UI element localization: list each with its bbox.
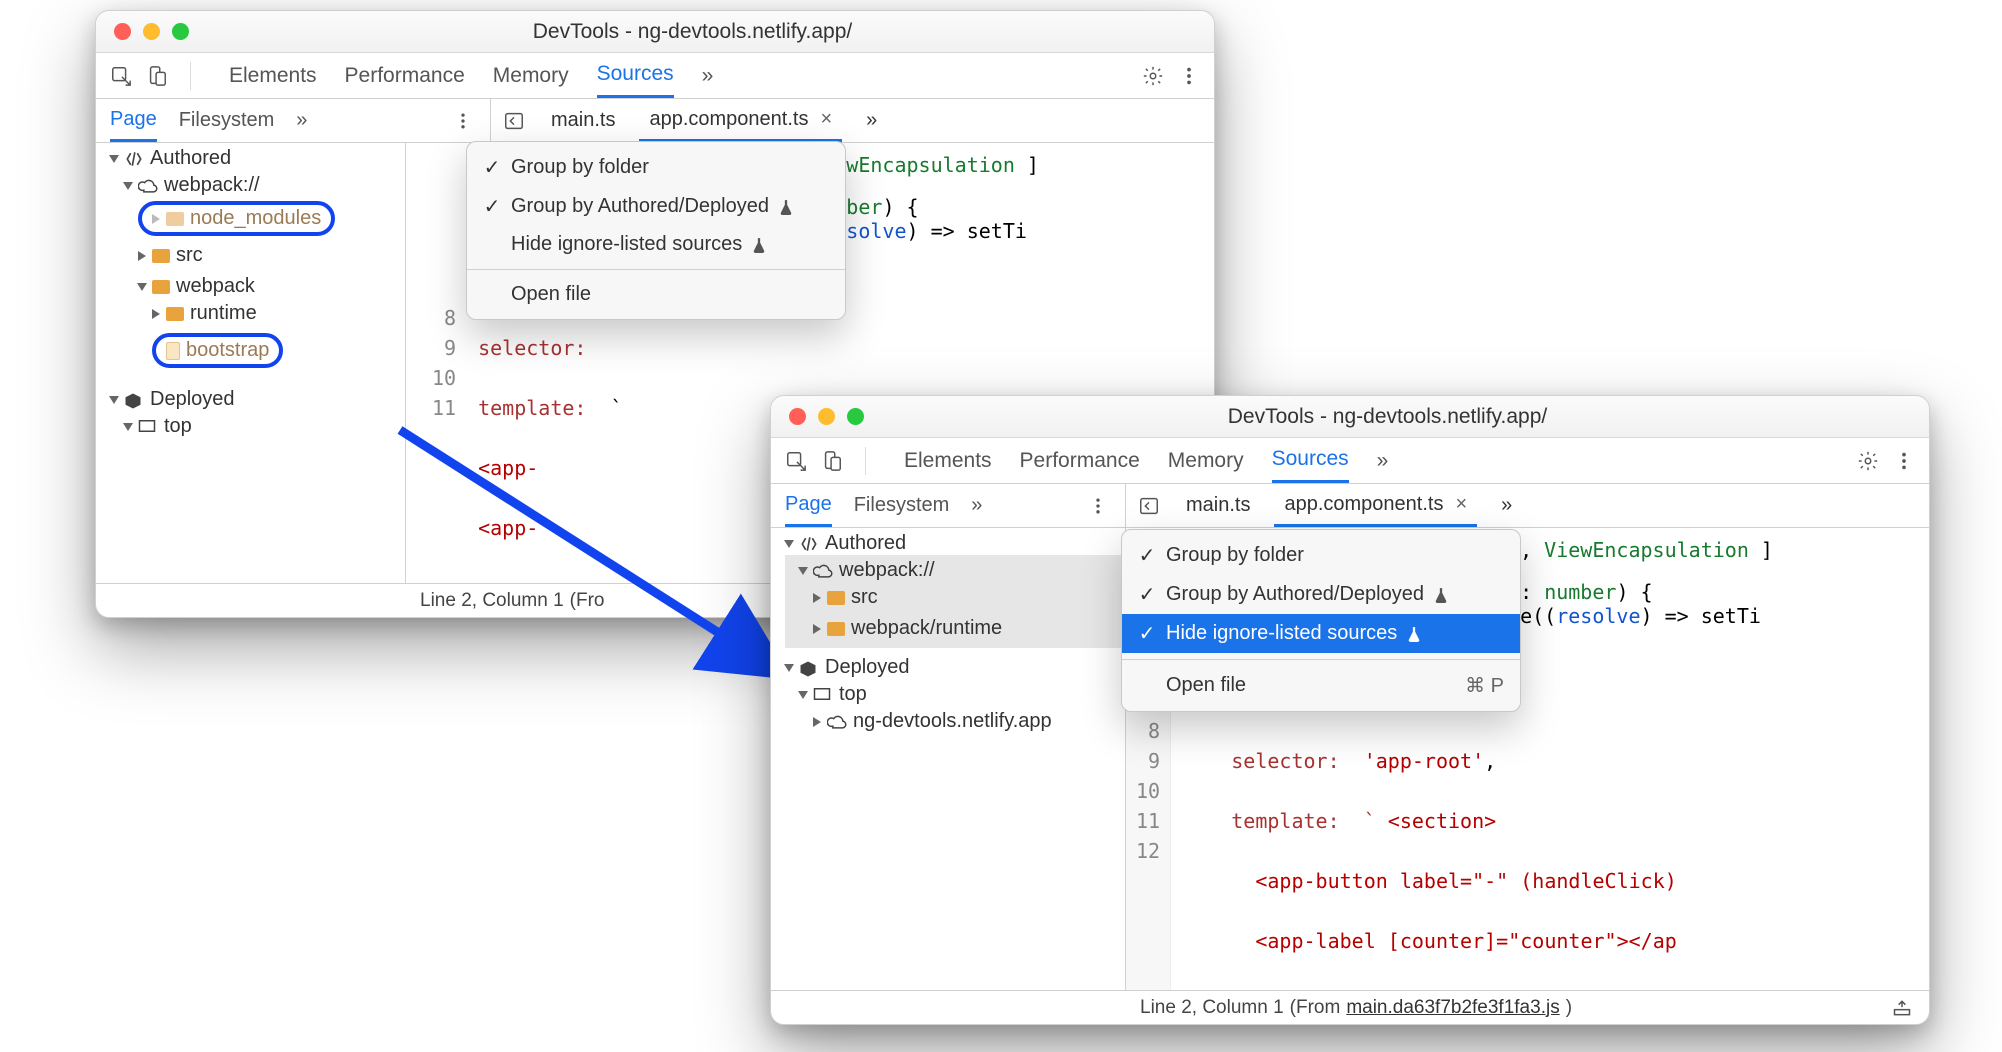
tab-elements[interactable]: Elements	[904, 438, 992, 483]
tab-more[interactable]: »	[702, 53, 714, 98]
ctx-group-folder[interactable]: ✓Group by folder	[467, 148, 845, 187]
tree-top[interactable]: top	[124, 415, 405, 438]
tab-memory[interactable]: Memory	[493, 53, 569, 98]
tree-domain[interactable]: ng-devtools.netlify.app	[813, 710, 1125, 733]
navigator-kebab-icon[interactable]	[450, 108, 476, 134]
close-icon[interactable]	[114, 23, 131, 40]
tab-performance[interactable]: Performance	[1020, 438, 1140, 483]
tree-webpack[interactable]: webpack://	[799, 559, 1125, 582]
device-toggle-icon[interactable]	[144, 63, 170, 89]
flask-icon	[1407, 625, 1423, 643]
tree-bootstrap[interactable]: bootstrap	[152, 333, 405, 368]
file-tree[interactable]: Authored webpack:// src webpack/runtime …	[771, 528, 1126, 990]
file-tree[interactable]: Authored webpack:// node_modules src web…	[96, 143, 406, 583]
kebab-icon[interactable]	[1891, 448, 1917, 474]
ctx-group-authored[interactable]: ✓Group by Authored/Deployed	[1122, 575, 1520, 614]
subtab-filesystem[interactable]: Filesystem	[854, 484, 950, 527]
tree-webpack-folder[interactable]: webpack	[138, 275, 405, 298]
traffic-lights	[114, 23, 189, 40]
inspect-icon[interactable]	[108, 63, 134, 89]
separator	[190, 62, 191, 90]
tab-sources[interactable]: Sources	[1272, 438, 1349, 483]
tree-top[interactable]: top	[799, 683, 1125, 706]
tab-more[interactable]: »	[1377, 438, 1389, 483]
tab-sources[interactable]: Sources	[597, 53, 674, 98]
status-bar: Line 2, Column 1 (From main.da63f7b2fe3f…	[771, 990, 1929, 1024]
titlebar: DevTools - ng-devtools.netlify.app/	[96, 11, 1214, 53]
minimize-icon[interactable]	[143, 23, 160, 40]
ctx-hide-ignore[interactable]: Hide ignore-listed sources	[467, 226, 845, 263]
tree-deployed[interactable]: Deployed	[785, 656, 1125, 679]
nav-back-icon[interactable]	[1136, 493, 1162, 519]
show-drawer-icon[interactable]	[1889, 995, 1915, 1021]
tab-performance[interactable]: Performance	[345, 53, 465, 98]
devtools-window-after[interactable]: DevTools - ng-devtools.netlify.app/ Elem…	[770, 395, 1930, 1025]
context-menu[interactable]: ✓Group by folder ✓Group by Authored/Depl…	[1121, 529, 1521, 712]
tree-src[interactable]: src	[813, 586, 1125, 609]
minimize-icon[interactable]	[818, 408, 835, 425]
flask-icon	[752, 236, 768, 254]
tab-memory[interactable]: Memory	[1168, 438, 1244, 483]
toolbar: Elements Performance Memory Sources »	[96, 53, 1214, 99]
inspect-icon[interactable]	[783, 448, 809, 474]
shortcut-label: ⌘ P	[1465, 673, 1504, 698]
file-tab-app-component[interactable]: app.component.ts×	[639, 99, 842, 142]
tree-node-modules[interactable]: node_modules	[138, 201, 405, 236]
close-icon[interactable]	[789, 408, 806, 425]
tab-elements[interactable]: Elements	[229, 53, 317, 98]
subtab-page[interactable]: Page	[110, 99, 157, 142]
nav-back-icon[interactable]	[501, 108, 527, 134]
window-title: DevTools - ng-devtools.netlify.app/	[189, 20, 1196, 44]
ctx-hide-ignore[interactable]: ✓Hide ignore-listed sources	[1122, 614, 1520, 653]
subtab-filesystem[interactable]: Filesystem	[179, 99, 275, 142]
file-tab-main[interactable]: main.ts	[541, 99, 625, 142]
file-tab-app-component[interactable]: app.component.ts×	[1274, 484, 1477, 527]
tree-authored[interactable]: Authored	[785, 532, 1125, 555]
file-tab-main[interactable]: main.ts	[1176, 484, 1260, 527]
tree-deployed[interactable]: Deployed	[110, 388, 405, 411]
titlebar: DevTools - ng-devtools.netlify.app/	[771, 396, 1929, 438]
ctx-group-folder[interactable]: ✓Group by folder	[1122, 536, 1520, 575]
tree-runtime[interactable]: runtime	[152, 302, 405, 325]
navigator-kebab-icon[interactable]	[1085, 493, 1111, 519]
sources-subbar: Page Filesystem » main.ts app.component.…	[96, 99, 1214, 143]
toolbar: Elements Performance Memory Sources »	[771, 438, 1929, 484]
close-tab-icon[interactable]: ×	[820, 108, 832, 131]
tree-src[interactable]: src	[138, 244, 405, 267]
kebab-icon[interactable]	[1176, 63, 1202, 89]
cursor-location: Line 2, Column 1	[1140, 997, 1284, 1019]
tree-webpack-runtime[interactable]: webpack/runtime	[813, 617, 1125, 640]
file-tab-more[interactable]: »	[856, 99, 887, 142]
settings-icon[interactable]	[1140, 63, 1166, 89]
file-tab-more[interactable]: »	[1491, 484, 1522, 527]
source-map-link[interactable]: main.da63f7b2fe3f1fa3.js	[1346, 997, 1559, 1019]
traffic-lights	[789, 408, 864, 425]
zoom-icon[interactable]	[172, 23, 189, 40]
separator	[865, 447, 866, 475]
subtab-page[interactable]: Page	[785, 484, 832, 527]
window-title: DevTools - ng-devtools.netlify.app/	[864, 405, 1911, 429]
ctx-group-authored[interactable]: ✓Group by Authored/Deployed	[467, 187, 845, 226]
subtab-more[interactable]: »	[971, 484, 982, 527]
ctx-open-file[interactable]: Open file⌘ P	[1122, 666, 1520, 705]
tree-webpack[interactable]: webpack://	[124, 174, 405, 197]
subtab-more[interactable]: »	[296, 99, 307, 142]
device-toggle-icon[interactable]	[819, 448, 845, 474]
tree-authored[interactable]: Authored	[110, 147, 405, 170]
panel-tabs: Elements Performance Memory Sources »	[229, 53, 713, 98]
zoom-icon[interactable]	[847, 408, 864, 425]
close-tab-icon[interactable]: ×	[1455, 493, 1467, 516]
ctx-open-file[interactable]: Open file	[467, 276, 845, 313]
flask-icon	[1434, 586, 1450, 604]
context-menu[interactable]: ✓Group by folder ✓Group by Authored/Depl…	[466, 141, 846, 320]
settings-icon[interactable]	[1855, 448, 1881, 474]
flask-icon	[779, 198, 795, 216]
sources-subbar: Page Filesystem » main.ts app.component.…	[771, 484, 1929, 528]
